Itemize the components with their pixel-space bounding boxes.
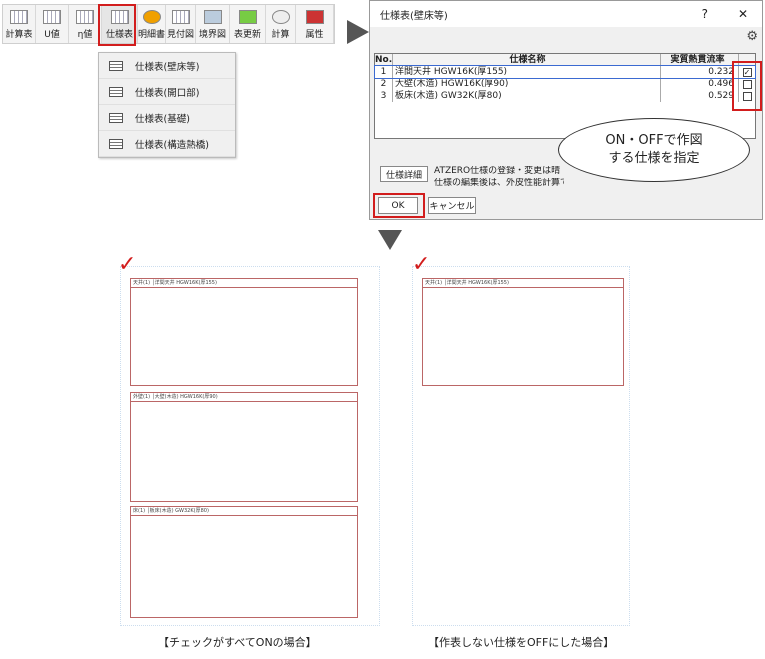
spec-sheet-ceiling: 天井(1) │洋間天井 HGW16K(厚155): [422, 278, 624, 386]
menu-item-opening[interactable]: 仕様表(開口部): [99, 79, 235, 105]
spec-sheet-wall: 外壁(1) │大壁(木造) HGW16K(厚90): [130, 392, 358, 502]
calc-button[interactable]: 計算: [266, 5, 296, 43]
spec-table-menu: 仕様表(壁床等) 仕様表(開口部) 仕様表(基礎) 仕様表(構造熱橋): [98, 52, 236, 158]
menu-item-wall-floor[interactable]: 仕様表(壁床等): [99, 53, 235, 79]
down-arrow-icon: [378, 230, 402, 250]
ribbon-toolbar: 計算表 U値 η値 仕様表 明細書 見付図 境界図 表更新 計算 属性: [2, 4, 335, 44]
table-header: No. 仕様名称 実質熱貫流率: [375, 54, 755, 66]
boundary-icon: [203, 10, 222, 24]
right-arrow-icon: [347, 20, 369, 44]
calc-icon: [271, 10, 290, 24]
note-text-2: 仕様の編集後は、外皮性能計算で計算: [434, 178, 564, 188]
highlight-checkboxes: [732, 61, 762, 111]
close-button[interactable]: ✕: [738, 7, 748, 21]
menu-item-foundation[interactable]: 仕様表(基礎): [99, 105, 235, 131]
table-update-button[interactable]: 表更新: [230, 5, 266, 43]
table-row[interactable]: 2 大壁(木造) HGW16K(厚90) 0.496: [375, 78, 755, 90]
callout-bubble: ON・OFFで作図 する仕様を指定: [558, 118, 750, 182]
boundary-button[interactable]: 境界図: [196, 5, 230, 43]
statement-button[interactable]: 明細書: [138, 5, 166, 43]
grid-icon: [109, 138, 123, 149]
update-icon: [238, 10, 257, 24]
grid-icon: [109, 60, 123, 71]
highlight-spec-button: [98, 4, 136, 46]
help-button[interactable]: ?: [702, 7, 708, 21]
gear-icon[interactable]: ⚙: [746, 29, 758, 44]
caption-left: 【チェックがすべてONの場合】: [158, 636, 317, 649]
spec-table-dialog: 仕様表(壁床等) ? ✕ ⚙ No. 仕様名称 実質熱貫流率 1 洋間天井 HGW…: [369, 0, 763, 220]
grid-icon: [109, 112, 123, 123]
attribute-button[interactable]: 属性: [296, 5, 334, 43]
table-row[interactable]: 1 洋間天井 HGW16K(厚155) 0.232 ✓: [374, 65, 756, 79]
attribute-icon: [305, 10, 324, 24]
menu-item-thermal-bridge[interactable]: 仕様表(構造熱橋): [99, 131, 235, 157]
table-icon: [76, 10, 94, 24]
facade-button[interactable]: 見付図: [166, 5, 196, 43]
caption-right: 【作表しない仕様をOFFにした場合】: [428, 636, 615, 649]
checkmark-icon: ✓: [118, 252, 137, 277]
download-icon: [142, 10, 161, 24]
spec-detail-button[interactable]: 仕様詳細: [380, 166, 428, 182]
spec-sheet-ceiling: 天井(1) │洋間天井 HGW16K(厚155): [130, 278, 358, 386]
spec-sheet-floor: 床(1) │板床(木造) GW32K(厚80): [130, 506, 358, 618]
u-value-button[interactable]: U値: [36, 5, 69, 43]
table-row[interactable]: 3 板床(木造) GW32K(厚80) 0.529: [375, 90, 755, 102]
calc-table-button[interactable]: 計算表: [3, 5, 36, 43]
facade-icon: [171, 10, 190, 24]
cancel-button[interactable]: キャンセル: [428, 197, 476, 214]
checkmark-icon: ✓: [412, 252, 431, 277]
grid-icon: [109, 86, 123, 97]
note-text-1: ATZERO仕様の登録・変更は晴: [434, 166, 561, 176]
table-icon: [10, 10, 28, 24]
table-icon: [43, 10, 61, 24]
highlight-ok: [373, 193, 425, 218]
